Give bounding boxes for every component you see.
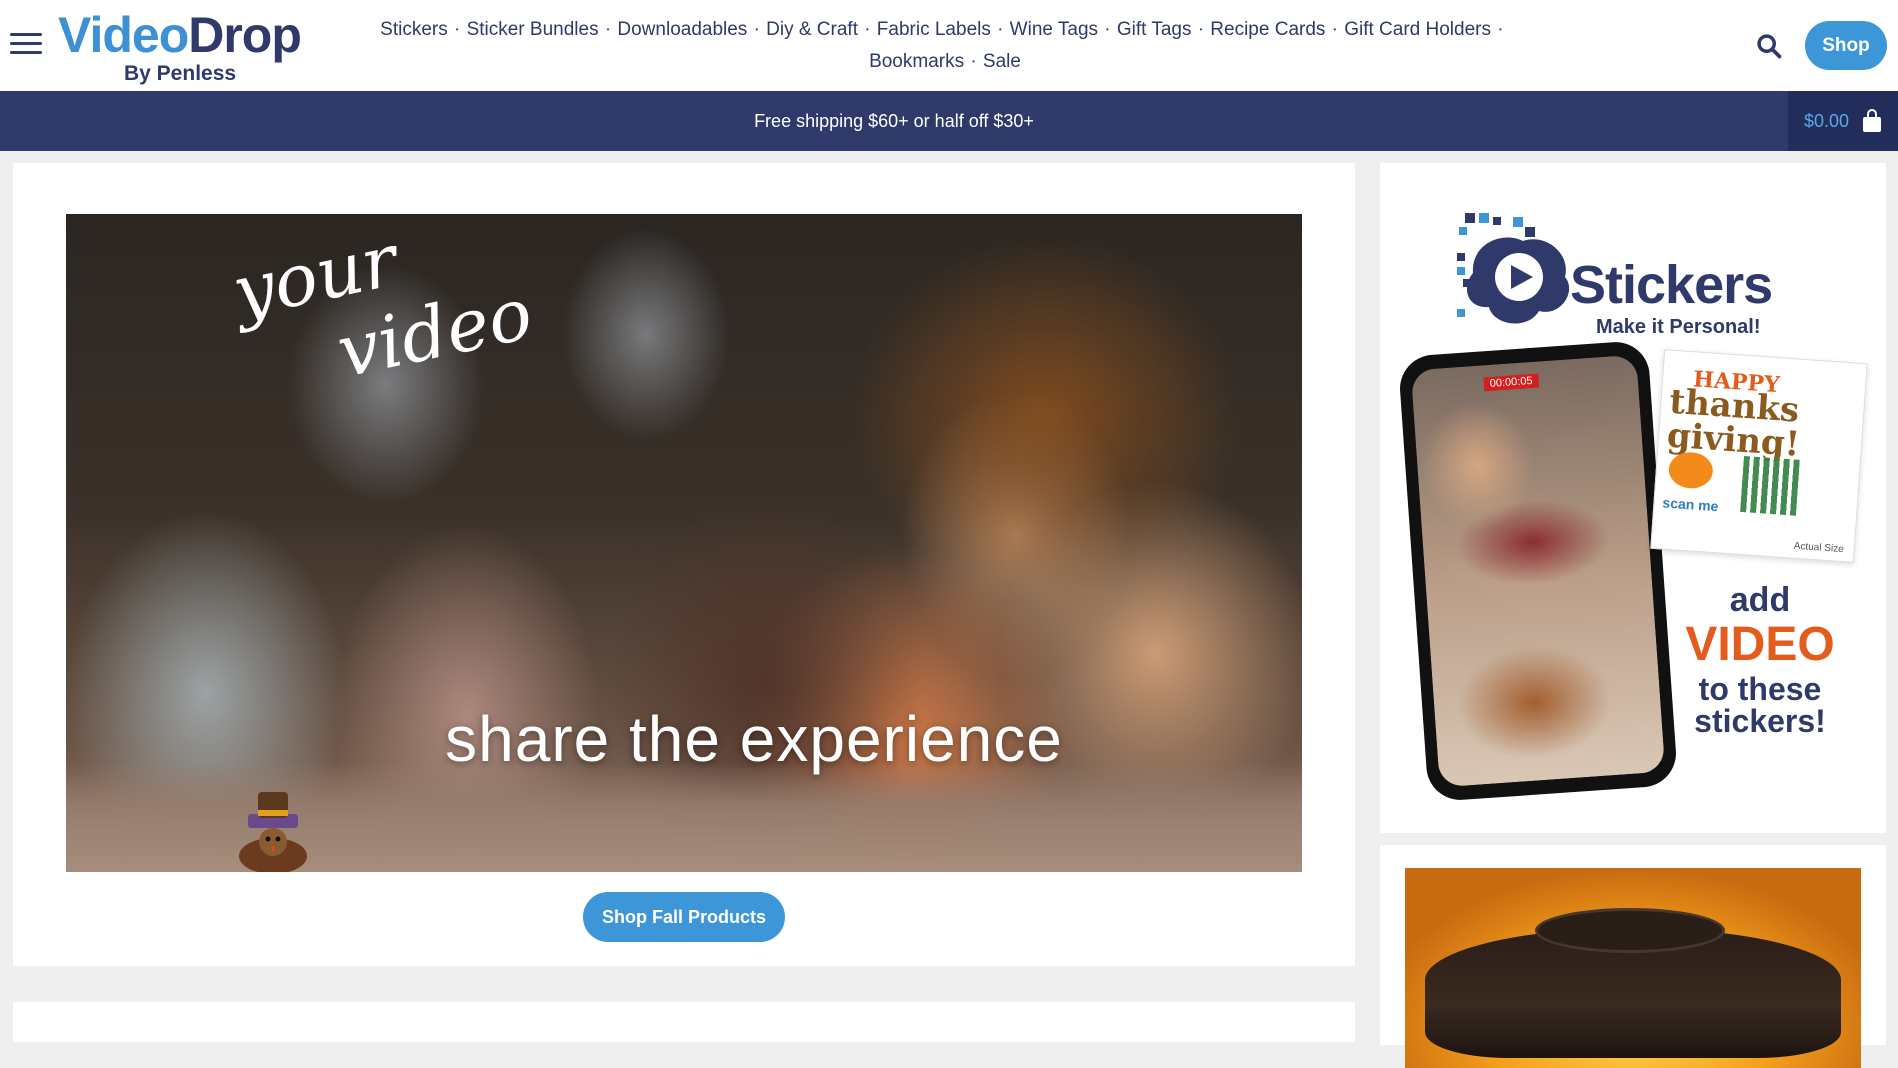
promo-banner: Free shipping $60+ or half off $30+ $0.0…	[0, 91, 1898, 151]
ad-video-text: VIDEO	[1685, 618, 1835, 671]
phone-mockup: 00:00:05	[1397, 339, 1679, 803]
sticker-thanks-text: thanks giving!	[1665, 381, 1802, 465]
sticker-actual-size: Actual Size	[1793, 540, 1845, 556]
site-logo[interactable]: VideoDrop By Penless	[58, 7, 308, 85]
qr-code-icon	[1740, 455, 1800, 516]
cart-button[interactable]: $0.00	[1788, 91, 1898, 151]
nav-gift-tags[interactable]: Gift Tags	[1117, 19, 1192, 40]
nav-fabric-labels[interactable]: Fabric Labels	[877, 19, 991, 40]
nav-sticker-bundles[interactable]: Sticker Bundles	[467, 19, 599, 40]
nav-separator: •	[755, 25, 759, 34]
nav-separator: •	[972, 57, 975, 67]
logo-subtitle: By Penless	[124, 62, 237, 85]
shopping-bag-icon	[1863, 109, 1881, 132]
logo-wordmark: VideoDrop	[58, 7, 302, 63]
nav-separator: •	[606, 25, 610, 34]
hero-tagline: share the experience	[445, 703, 1063, 775]
site-header: VideoDrop By Penless Stickers • Sticker Bu…	[0, 0, 1898, 91]
nav-separator: •	[1106, 25, 1109, 34]
nav-separator: •	[865, 25, 869, 34]
sidebar-coffee-card[interactable]	[1380, 845, 1886, 1068]
nav-gift-card-holders[interactable]: Gift Card Holders	[1344, 19, 1491, 40]
coffee-cup-top	[1535, 908, 1725, 953]
search-icon[interactable]	[1755, 32, 1783, 60]
turkey-icon	[239, 792, 307, 872]
phone-video-screen	[1410, 354, 1666, 788]
nav-separator: •	[1333, 25, 1337, 34]
nav-diy-craft[interactable]: Diy & Craft	[766, 19, 858, 40]
sidebar-ad-card[interactable]: Stickers Make it Personal! 00:00:05 HAPP…	[1380, 163, 1886, 833]
ad-brand: Stickers	[1570, 255, 1773, 315]
nav-wine-tags[interactable]: Wine Tags	[1010, 19, 1098, 40]
nav-separator: •	[1199, 25, 1203, 34]
nav-separator: •	[455, 25, 459, 34]
nav-recipe-cards[interactable]: Recipe Cards	[1210, 19, 1325, 40]
nav-bookmarks[interactable]: Bookmarks	[869, 51, 964, 72]
hero-script-text: your video	[226, 214, 540, 411]
sticker-scan-text: scan me	[1661, 494, 1719, 515]
shop-fall-products-button[interactable]: Shop Fall Products	[583, 892, 785, 942]
main-nav: Stickers • Sticker Bundles • Downloadables • D…	[330, 14, 1560, 78]
shop-button[interactable]: Shop	[1805, 21, 1887, 70]
promo-banner-text: Free shipping $60+ or half off $30+	[754, 111, 1034, 131]
nav-separator: •	[1499, 25, 1502, 34]
next-section-card	[13, 1002, 1355, 1042]
ad-tagline: Make it Personal!	[1596, 316, 1761, 338]
hero-image[interactable]: your video share the experience	[66, 214, 1302, 872]
ad-to-these-text: to these	[1698, 671, 1822, 707]
hamburger-menu-icon[interactable]	[10, 33, 42, 55]
ad-callout: add VIDEO to these stickers!	[1670, 583, 1850, 737]
nav-stickers[interactable]: Stickers	[380, 19, 448, 40]
nav-downloadables[interactable]: Downloadables	[617, 19, 747, 40]
hero-card: your video share the experience Shop Fal…	[13, 163, 1355, 966]
ad-add-text: add	[1729, 581, 1791, 619]
ad-stickers-text: stickers!	[1694, 703, 1826, 739]
sample-sticker: HAPPY thanks giving! scan me Actual Size	[1650, 349, 1868, 563]
nav-sale[interactable]: Sale	[983, 51, 1021, 72]
coffee-cup-image	[1405, 868, 1861, 1068]
nav-separator: •	[998, 25, 1002, 34]
cart-total: $0.00	[1804, 111, 1850, 131]
